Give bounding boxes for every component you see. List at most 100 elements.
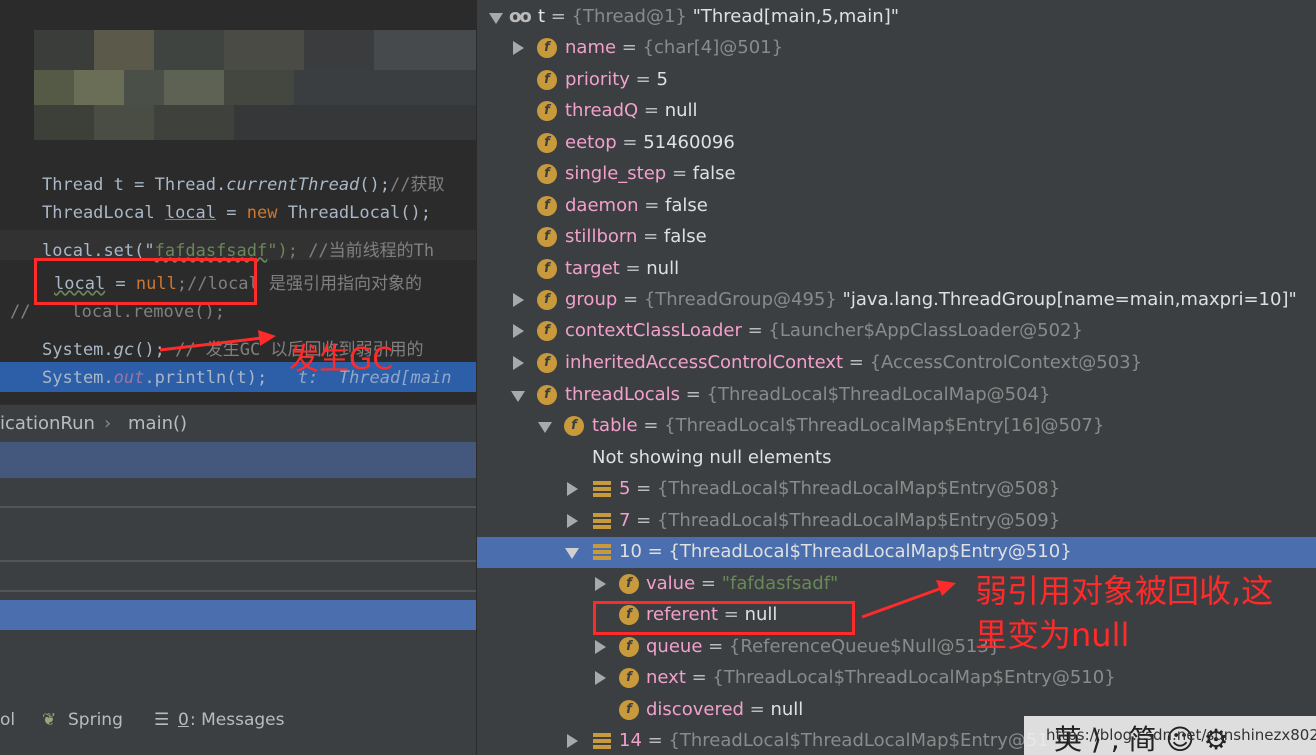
variable-row-table[interactable]: f table = {ThreadLocal$ThreadLocalMap$En…: [477, 411, 1316, 442]
expand-arrow-icon[interactable]: [567, 514, 578, 528]
variable-row-group[interactable]: f group = {ThreadGroup@495} "java.lang.T…: [477, 285, 1316, 316]
breadcrumb-class[interactable]: icationRun: [0, 413, 95, 434]
variable-row-threadlocals[interactable]: f threadLocals = {ThreadLocal$ThreadLoca…: [477, 380, 1316, 411]
variable-value: false: [663, 226, 707, 247]
equals-sign: =: [641, 541, 669, 562]
expand-arrow-icon[interactable]: [513, 324, 524, 338]
field-icon: f: [537, 259, 557, 279]
code-string: ");: [267, 241, 298, 261]
code-token: currentThread: [226, 175, 360, 195]
expand-arrow-icon[interactable]: [595, 577, 606, 591]
object-ref: {ThreadGroup@495}: [643, 289, 837, 310]
field-icon: f: [619, 700, 639, 720]
variable-row-daemon[interactable]: f daemon = false: [477, 191, 1316, 222]
variable-row-stillborn[interactable]: f stillborn = false: [477, 222, 1316, 253]
equals-sign: =: [637, 226, 664, 247]
array-element-icon: [593, 733, 611, 749]
code-line-1[interactable]: Thread t = Thread.currentThread();//获取: [42, 170, 445, 195]
variable-name: queue: [646, 636, 703, 657]
code-comment: //: [10, 302, 31, 322]
breadcrumb-method[interactable]: main(): [128, 413, 187, 434]
equals-sign: =: [743, 699, 771, 720]
variable-row-entry-5[interactable]: 5 = {ThreadLocal$ThreadLocalMap$Entry@50…: [477, 474, 1316, 505]
variable-row-target[interactable]: f target = null: [477, 254, 1316, 285]
collapse-arrow-icon[interactable]: [511, 391, 525, 402]
expand-arrow-icon[interactable]: [513, 293, 524, 307]
equals-sign: =: [685, 667, 713, 688]
field-icon: f: [537, 385, 557, 405]
variable-row-priority[interactable]: f priority = 5: [477, 65, 1316, 96]
panel-divider: [0, 560, 476, 562]
tool-tab-partial[interactable]: ol: [0, 710, 15, 730]
variable-row-single-step[interactable]: f single_step = false: [477, 159, 1316, 190]
object-ref: {ThreadLocal$ThreadLocalMap$Entry@509}: [656, 510, 1061, 531]
object-ref: {ReferenceQueue$Null@513}: [728, 636, 1001, 657]
field-icon: f: [537, 353, 557, 373]
variable-name: next: [646, 667, 686, 688]
code-token: ();: [134, 340, 165, 360]
code-line-5[interactable]: // local.remove();: [10, 302, 225, 322]
variable-name: name: [565, 37, 617, 58]
expand-arrow-icon[interactable]: [567, 734, 578, 748]
variable-row-t[interactable]: oo t = {Thread@1} "Thread[main,5,main]": [477, 2, 1316, 33]
tool-tab-spring[interactable]: Spring: [68, 710, 123, 730]
collapse-arrow-icon[interactable]: [565, 548, 579, 559]
field-icon: f: [537, 133, 557, 153]
equals-sign: =: [630, 510, 657, 531]
variable-row-eetop[interactable]: f eetop = 51460096: [477, 128, 1316, 159]
equals-sign: =: [666, 163, 693, 184]
code-token: local: [164, 203, 217, 223]
object-ref: {ThreadLocal$ThreadLocalMap@504}: [706, 384, 1051, 405]
expand-arrow-icon[interactable]: [513, 356, 524, 370]
expand-arrow-icon[interactable]: [513, 41, 524, 55]
code-token: out: [113, 368, 145, 388]
code-token: System.: [42, 368, 114, 388]
field-icon: f: [564, 416, 584, 436]
expand-arrow-icon[interactable]: [595, 640, 606, 654]
equals-sign: =: [630, 478, 657, 499]
panel-row-selected[interactable]: [0, 442, 476, 478]
code-editor[interactable]: Thread t = Thread.currentThread();//获取 T…: [0, 0, 476, 400]
variable-value: "fafdasfsadf": [721, 573, 839, 594]
expand-arrow-icon[interactable]: [567, 482, 578, 496]
field-icon: f: [537, 101, 557, 121]
variable-row-contextclassloader[interactable]: f contextClassLoader = {Launcher$AppClas…: [477, 316, 1316, 347]
variable-value: false: [692, 163, 736, 184]
equals-sign: =: [741, 320, 769, 341]
tool-tab-messages[interactable]: : Messages: [190, 710, 285, 730]
object-ref: {ThreadLocal$ThreadLocalMap$Entry@510}: [712, 667, 1116, 688]
variable-row-threadq[interactable]: f threadQ = null: [477, 96, 1316, 127]
watch-glasses-icon: oo: [509, 6, 532, 27]
variable-row-queue[interactable]: f queue = {ReferenceQueue$Null@513}: [477, 632, 1316, 663]
variable-row-name[interactable]: f name = {char[4]@501}: [477, 33, 1316, 64]
collapse-arrow-icon[interactable]: [538, 422, 552, 433]
variable-value: null: [770, 699, 804, 720]
tool-tab-messages-number[interactable]: 0: [178, 710, 189, 730]
variable-name: value: [646, 573, 696, 594]
equals-sign: =: [680, 384, 707, 405]
variable-name: 7: [619, 510, 631, 531]
variable-value: "java.lang.ThreadGroup[name=main,maxpri=…: [836, 289, 1297, 310]
messages-icon: ☰: [154, 710, 170, 730]
expand-arrow-icon[interactable]: [595, 671, 606, 685]
bottom-tool-tabs: ol ❦ Spring ☰ 0 : Messages: [0, 700, 476, 755]
code-token: ThreadLocal();: [277, 203, 431, 223]
variable-row-next[interactable]: f next = {ThreadLocal$ThreadLocalMap$Ent…: [477, 663, 1316, 694]
variable-row-entry-10[interactable]: 10 = {ThreadLocal$ThreadLocalMap$Entry@5…: [477, 537, 1316, 568]
equals-sign: =: [637, 415, 665, 436]
pixelated-region: [34, 30, 476, 140]
variable-row-inheritedaccesscontrolcontext[interactable]: f inheritedAccessControlContext = {Acces…: [477, 348, 1316, 379]
variable-name: threadQ: [565, 100, 639, 121]
code-comment: //获取: [390, 175, 445, 195]
collapse-arrow-icon[interactable]: [489, 13, 503, 24]
panel-row-selected[interactable]: [0, 600, 476, 630]
annotation-gc-result-line1: 弱引用对象被回收,这: [975, 572, 1274, 610]
variables-panel: oo t = {Thread@1} "Thread[main,5,main]" …: [476, 0, 1316, 755]
object-ref: {ThreadLocal$ThreadLocalMap$Entry@510}: [668, 541, 1072, 562]
code-line-2[interactable]: ThreadLocal local = new ThreadLocal();: [42, 203, 431, 223]
field-icon: f: [537, 196, 557, 216]
variable-row-entry-7[interactable]: 7 = {ThreadLocal$ThreadLocalMap$Entry@50…: [477, 506, 1316, 537]
panel-divider: [0, 506, 476, 508]
info-text: Not showing null elements: [592, 447, 832, 468]
code-token: =: [216, 203, 247, 223]
